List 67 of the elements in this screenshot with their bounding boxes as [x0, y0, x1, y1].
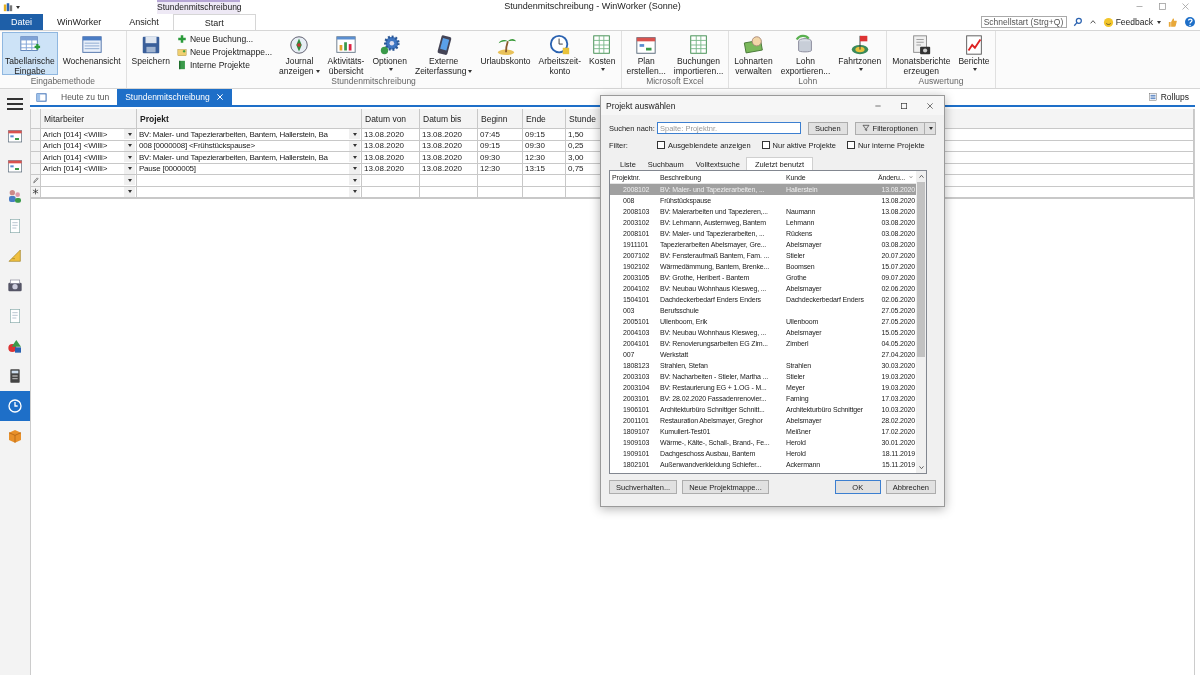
combo-box[interactable]: Arich [014] <Willi>	[41, 163, 137, 175]
table-cell: 13.08.2020	[362, 152, 420, 164]
table-cell: 09:30	[523, 140, 566, 152]
ribbon-button[interactable]: Interne Projekte	[174, 59, 275, 71]
table-cell: 13.08.2020	[420, 163, 478, 175]
column-header[interactable]: Projekt	[137, 109, 362, 129]
table-cell: 07:45	[478, 129, 523, 141]
table-cell: 13.08.2020	[362, 140, 420, 152]
ribbon-button[interactable]: Wochenansicht	[59, 32, 124, 75]
ribbon-tab[interactable]: Ansicht	[115, 14, 173, 30]
table-cell: 13.08.2020	[362, 163, 420, 175]
document-tab[interactable]: Heute zu tun	[53, 89, 118, 105]
ribbon-button[interactable]: Kosten	[586, 32, 619, 75]
table-cell: 12:30	[478, 163, 523, 175]
ribbon-button[interactable]: Berichte	[955, 32, 993, 75]
table-cell: 09:30	[478, 152, 523, 164]
ribbon-tab[interactable]: Start	[172, 14, 256, 30]
file-menu-button[interactable]: Datei	[0, 14, 43, 30]
ribbon-button[interactable]: Lohn exportieren...	[777, 32, 834, 75]
ribbon-group-label: Microsoft Excel	[645, 76, 705, 88]
context-tab-label: Stundenmitschreibung	[157, 0, 240, 14]
table-cell: 13:15	[523, 163, 566, 175]
ribbon-button[interactable]: Urlaubskonto	[477, 32, 534, 75]
window-title: Stundenmitschreibung - WinWorker (Sonne)	[503, 0, 682, 12]
ribbon-button[interactable]: Lohnarten verwalten	[731, 32, 776, 75]
ribbon-button[interactable]: Tabellarische Eingabe	[2, 32, 58, 75]
ribbon-button[interactable]: Aktivitäts- übersicht	[324, 32, 368, 75]
ribbon-group-label: Auswertung	[917, 76, 965, 88]
ribbon-tab[interactable]: WinWorker	[43, 14, 116, 30]
ribbon-button[interactable]: Monatsberichte erzeugen	[889, 32, 954, 75]
ribbon-group-label: Eingabemethode	[29, 76, 96, 88]
feedback-button[interactable]: Feedback	[1102, 16, 1161, 28]
column-header[interactable]: Mitarbeiter	[41, 109, 137, 129]
ribbon-button[interactable]: Journal anzeigen	[276, 32, 323, 75]
combo-box[interactable]: Arich [014] <Willi>	[41, 152, 137, 164]
table-cell: 13.08.2020	[420, 140, 478, 152]
combo-box[interactable]: 008 [0000008] <Frühstückspause>	[137, 140, 362, 152]
table-cell: 12:30	[523, 152, 566, 164]
ribbon-button[interactable]: Externe Zeiterfassung	[411, 32, 476, 75]
ribbon-button[interactable]: Optionen	[369, 32, 410, 75]
ribbon-button[interactable]: Arbeitszeit- konto	[535, 32, 585, 75]
table-cell: 13.08.2020	[420, 129, 478, 141]
table-cell: 09:15	[478, 140, 523, 152]
table-cell: 13.08.2020	[420, 152, 478, 164]
table-cell: 13.08.2020	[362, 129, 420, 141]
dialog-title: Projekt auswählen	[606, 100, 677, 111]
column-header[interactable]: Datum von	[362, 109, 420, 129]
ribbon-button[interactable]: Neue Buchung...	[174, 33, 275, 45]
rollups-button[interactable]: Rollups	[1141, 89, 1195, 105]
combo-box[interactable]: Arich [014] <Willi>	[41, 140, 137, 152]
combo-box[interactable]: BV: Maler- und Tapezierarbeiten, Bantem, Hallerstein, Ba	[137, 129, 362, 141]
ribbon-group-label: Stundenmitschreibung	[330, 76, 417, 88]
column-header[interactable]: Beginn	[478, 109, 523, 129]
ribbon-button[interactable]: Fahrtzonen	[835, 32, 885, 75]
ribbon-button[interactable]: Neue Projektmappe...	[174, 46, 275, 58]
combo-box[interactable]: Pause [0000005]	[137, 163, 362, 175]
table-cell: 09:15	[523, 129, 566, 141]
ribbon-button[interactable]: Plan erstellen...	[623, 32, 669, 75]
column-header[interactable]: Datum bis	[420, 109, 478, 129]
combo-box[interactable]: Arich [014] <Willi>	[41, 129, 137, 141]
quick-search-field[interactable]: Schnellstart (Strg+Q)	[980, 16, 1067, 28]
ribbon-button[interactable]: Speichern	[128, 32, 173, 75]
document-tab[interactable]: Stundenmitschreibung	[117, 89, 232, 105]
column-header[interactable]: Ende	[523, 109, 566, 129]
ribbon-group-label: Lohn	[797, 76, 819, 88]
ribbon-button[interactable]: Buchungen importieren...	[670, 32, 727, 75]
combo-box[interactable]: BV: Maler- und Tapezierarbeiten, Bantem, Hallerstein, Ba	[137, 152, 362, 164]
